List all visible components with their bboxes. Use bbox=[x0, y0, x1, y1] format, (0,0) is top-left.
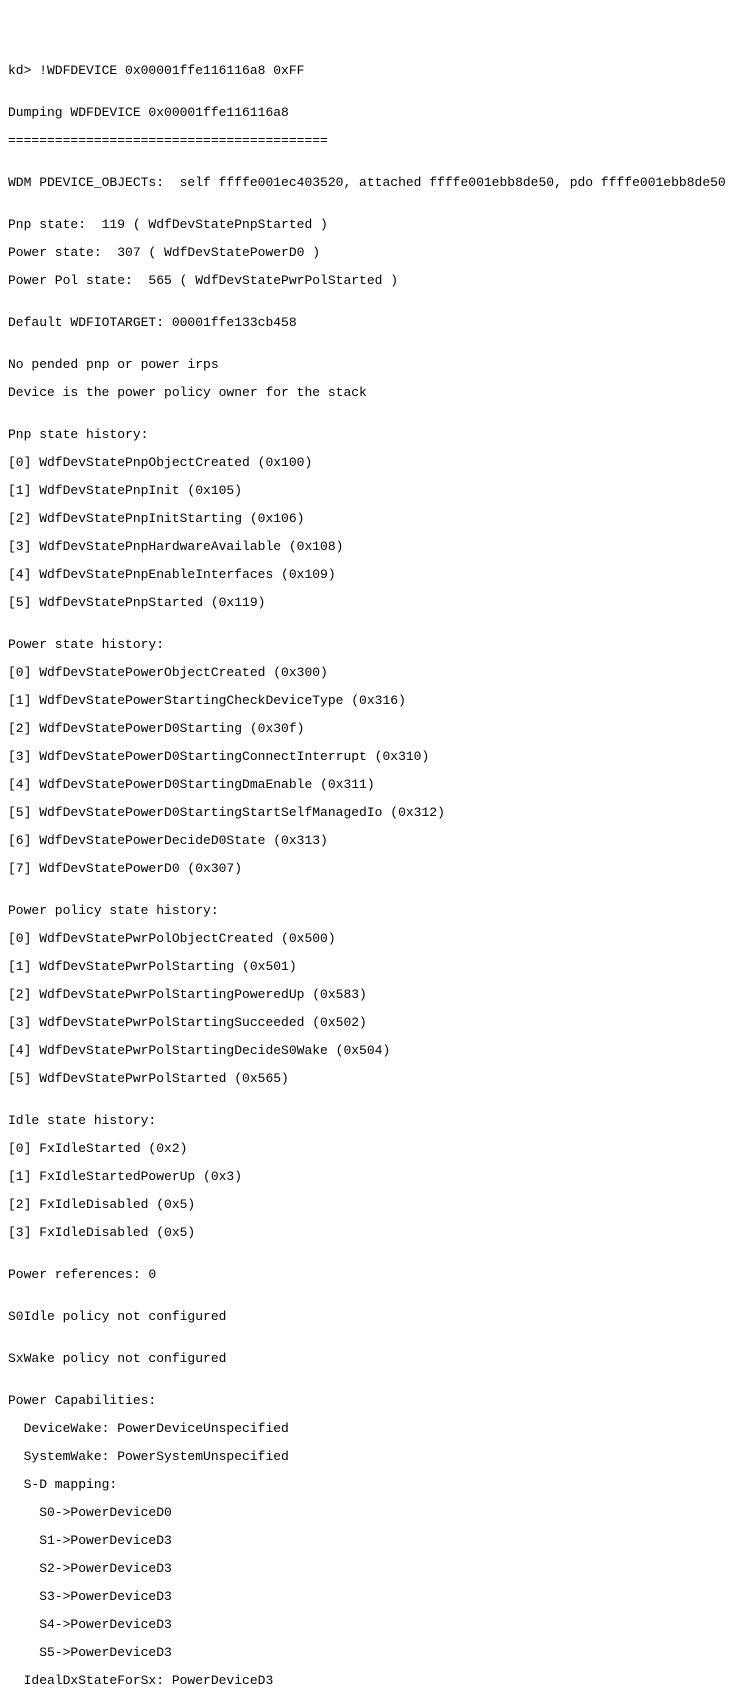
power-history-item: [5] WdfDevStatePowerD0StartingStartSelfM… bbox=[8, 806, 740, 820]
pnp-history-item: [4] WdfDevStatePnpEnableInterfaces (0x10… bbox=[8, 568, 740, 582]
power-history-item: [2] WdfDevStatePowerD0Starting (0x30f) bbox=[8, 722, 740, 736]
power-history-item: [4] WdfDevStatePowerD0StartingDmaEnable … bbox=[8, 778, 740, 792]
device-wake: DeviceWake: PowerDeviceUnspecified bbox=[8, 1422, 740, 1436]
power-policy-history-item: [0] WdfDevStatePwrPolObjectCreated (0x50… bbox=[8, 932, 740, 946]
pnp-history-header: Pnp state history: bbox=[8, 428, 740, 442]
sd-mapping-item: S1->PowerDeviceD3 bbox=[8, 1534, 740, 1548]
power-references: Power references: 0 bbox=[8, 1268, 740, 1282]
idle-history-item: [0] FxIdleStarted (0x2) bbox=[8, 1142, 740, 1156]
power-policy-history-header: Power policy state history: bbox=[8, 904, 740, 918]
power-policy-history-item: [2] WdfDevStatePwrPolStartingPoweredUp (… bbox=[8, 988, 740, 1002]
ideal-dx-state: IdealDxStateForSx: PowerDeviceD3 bbox=[8, 1674, 740, 1688]
sd-mapping-item: S5->PowerDeviceD3 bbox=[8, 1646, 740, 1660]
pnp-history-item: [1] WdfDevStatePnpInit (0x105) bbox=[8, 484, 740, 498]
sd-mapping-item: S2->PowerDeviceD3 bbox=[8, 1562, 740, 1576]
power-history-item: [7] WdfDevStatePowerD0 (0x307) bbox=[8, 862, 740, 876]
power-pol-state: Power Pol state: 565 ( WdfDevStatePwrPol… bbox=[8, 274, 740, 288]
power-state: Power state: 307 ( WdfDevStatePowerD0 ) bbox=[8, 246, 740, 260]
divider: ========================================… bbox=[8, 134, 740, 148]
idle-history-item: [2] FxIdleDisabled (0x5) bbox=[8, 1198, 740, 1212]
idle-history-item: [1] FxIdleStartedPowerUp (0x3) bbox=[8, 1170, 740, 1184]
power-capabilities-header: Power Capabilities: bbox=[8, 1394, 740, 1408]
pnp-history-item: [3] WdfDevStatePnpHardwareAvailable (0x1… bbox=[8, 540, 740, 554]
idle-history-item: [3] FxIdleDisabled (0x5) bbox=[8, 1226, 740, 1240]
pnp-history-item: [2] WdfDevStatePnpInitStarting (0x106) bbox=[8, 512, 740, 526]
sd-mapping-item: S4->PowerDeviceD3 bbox=[8, 1618, 740, 1632]
power-history-header: Power state history: bbox=[8, 638, 740, 652]
sxwake-policy: SxWake policy not configured bbox=[8, 1352, 740, 1366]
default-wdfiotarget: Default WDFIOTARGET: 00001ffe133cb458 bbox=[8, 316, 740, 330]
sd-mapping-item: S0->PowerDeviceD0 bbox=[8, 1506, 740, 1520]
system-wake: SystemWake: PowerSystemUnspecified bbox=[8, 1450, 740, 1464]
kd-prompt[interactable]: kd> !WDFDEVICE 0x00001ffe116116a8 0xFF bbox=[8, 64, 740, 78]
power-policy-history-item: [1] WdfDevStatePwrPolStarting (0x501) bbox=[8, 960, 740, 974]
power-history-item: [0] WdfDevStatePowerObjectCreated (0x300… bbox=[8, 666, 740, 680]
power-history-item: [1] WdfDevStatePowerStartingCheckDeviceT… bbox=[8, 694, 740, 708]
idle-history-header: Idle state history: bbox=[8, 1114, 740, 1128]
power-policy-history-item: [3] WdfDevStatePwrPolStartingSucceeded (… bbox=[8, 1016, 740, 1030]
power-history-item: [3] WdfDevStatePowerD0StartingConnectInt… bbox=[8, 750, 740, 764]
no-pended-irps: No pended pnp or power irps bbox=[8, 358, 740, 372]
sd-mapping-header: S-D mapping: bbox=[8, 1478, 740, 1492]
dump-header: Dumping WDFDEVICE 0x00001ffe116116a8 bbox=[8, 106, 740, 120]
sd-mapping-item: S3->PowerDeviceD3 bbox=[8, 1590, 740, 1604]
pnp-state: Pnp state: 119 ( WdfDevStatePnpStarted ) bbox=[8, 218, 740, 232]
power-policy-history-item: [4] WdfDevStatePwrPolStartingDecideS0Wak… bbox=[8, 1044, 740, 1058]
pnp-history-item: [0] WdfDevStatePnpObjectCreated (0x100) bbox=[8, 456, 740, 470]
device-power-owner: Device is the power policy owner for the… bbox=[8, 386, 740, 400]
pnp-history-item: [5] WdfDevStatePnpStarted (0x119) bbox=[8, 596, 740, 610]
power-history-item: [6] WdfDevStatePowerDecideD0State (0x313… bbox=[8, 834, 740, 848]
power-policy-history-item: [5] WdfDevStatePwrPolStarted (0x565) bbox=[8, 1072, 740, 1086]
wdm-pdevice-objects: WDM PDEVICE_OBJECTs: self ffffe001ec4035… bbox=[8, 176, 740, 190]
s0idle-policy: S0Idle policy not configured bbox=[8, 1310, 740, 1324]
